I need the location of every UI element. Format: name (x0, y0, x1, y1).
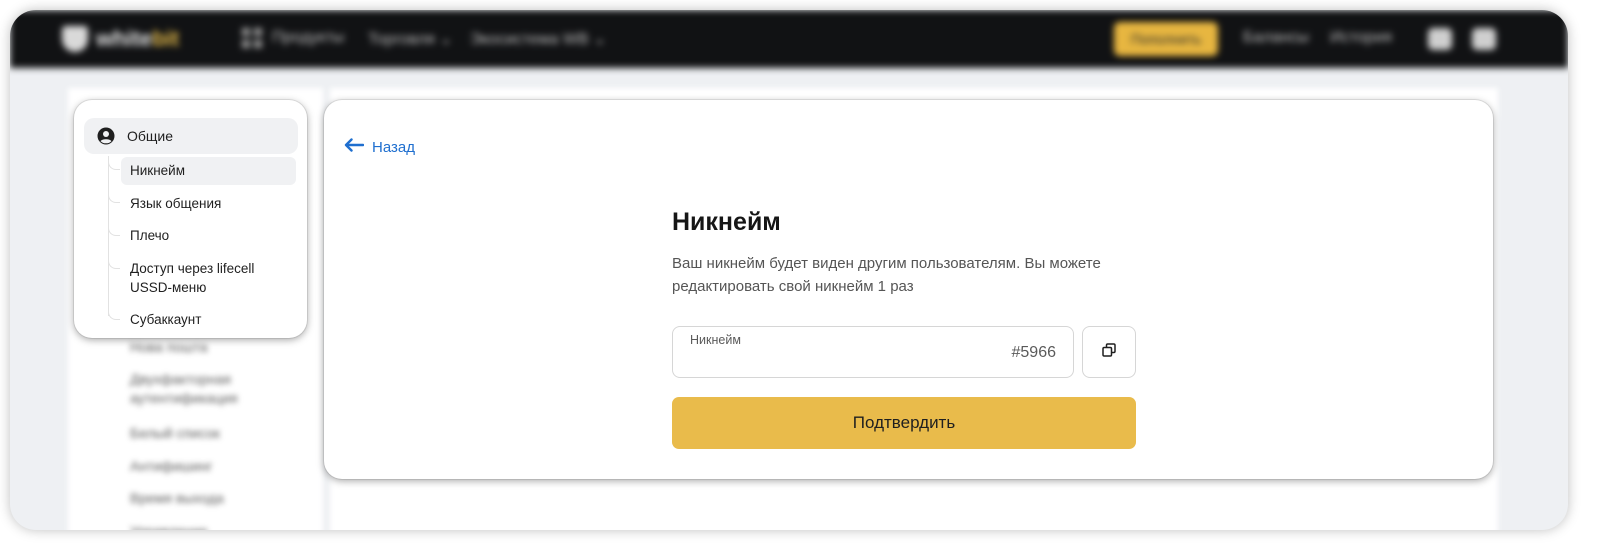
sidebar-item-blurred[interactable]: Нова пошта (130, 338, 280, 357)
nickname-field-label: Никнейм (690, 333, 741, 347)
nav-trading[interactable]: Торговля ⌄ (368, 29, 453, 49)
sidebar-item-subaccount[interactable]: Субаккаунт (130, 310, 201, 329)
nickname-input[interactable] (689, 349, 989, 373)
sidebar-item-language[interactable]: Язык общения (130, 194, 221, 213)
logo-text-main: white (96, 26, 153, 51)
nickname-panel: Назад Никнейм Ваш никнейм будет виден др… (324, 100, 1493, 479)
settings-sidebar: Общие Никнейм Язык общения Плечо Доступ … (74, 100, 307, 338)
nav-products[interactable]: Продукты (272, 29, 344, 47)
tree-branch (108, 195, 120, 203)
settings-icon[interactable] (1472, 28, 1496, 50)
top-navigation-bar: white bit Продукты Торговля ⌄ Экосистема … (10, 10, 1568, 68)
tree-branch (108, 162, 120, 170)
tree-line (108, 156, 109, 316)
page-title: Никнейм (672, 208, 781, 236)
notifications-icon[interactable] (1428, 28, 1452, 50)
copy-icon (1102, 342, 1116, 362)
sidebar-section-general[interactable]: Общие (84, 118, 298, 154)
logo[interactable]: white bit (62, 26, 179, 52)
nickname-suffix: #5966 (1011, 344, 1057, 361)
nav-balances[interactable]: Балансы (1243, 29, 1309, 47)
page-description: Ваш никнейм будет виден другим пользоват… (672, 255, 1101, 295)
back-link[interactable]: Назад (344, 138, 415, 157)
sidebar-item-blurred[interactable]: Антифишинг (130, 457, 280, 476)
confirm-button[interactable]: Подтвердить (672, 397, 1136, 449)
sidebar-item-leverage[interactable]: Плечо (130, 226, 169, 245)
tree-branch (108, 312, 120, 320)
nav-ecosystem[interactable]: Экосистема WB ⌄ (470, 29, 607, 49)
sidebar-item-ussd-access[interactable]: Доступ через lifecell USSD-меню (130, 259, 280, 297)
nickname-field[interactable]: Никнейм #5966 (672, 326, 1074, 378)
sidebar-section-label: Общие (127, 128, 174, 144)
sidebar-item-blurred[interactable]: Управление (130, 522, 280, 530)
sidebar-item-blurred[interactable]: Белый список (130, 424, 280, 443)
back-label: Назад (372, 139, 415, 156)
sidebar-item-blurred[interactable]: Двухфакторная аутентификация (130, 370, 280, 408)
sidebar-item-nickname[interactable]: Никнейм (121, 157, 296, 185)
copy-button[interactable] (1082, 326, 1136, 378)
deposit-button[interactable]: Пополнить (1114, 22, 1218, 56)
nav-history[interactable]: История (1330, 29, 1392, 47)
apps-grid-icon[interactable] (242, 28, 262, 48)
tree-branch (108, 228, 120, 236)
logo-icon (62, 26, 88, 52)
tree-branch (108, 261, 120, 269)
arrow-left-icon (344, 138, 365, 157)
sidebar-item-blurred[interactable]: Время выхода (130, 489, 280, 508)
logo-text-accent: bit (152, 26, 180, 51)
user-circle-icon (97, 127, 115, 145)
